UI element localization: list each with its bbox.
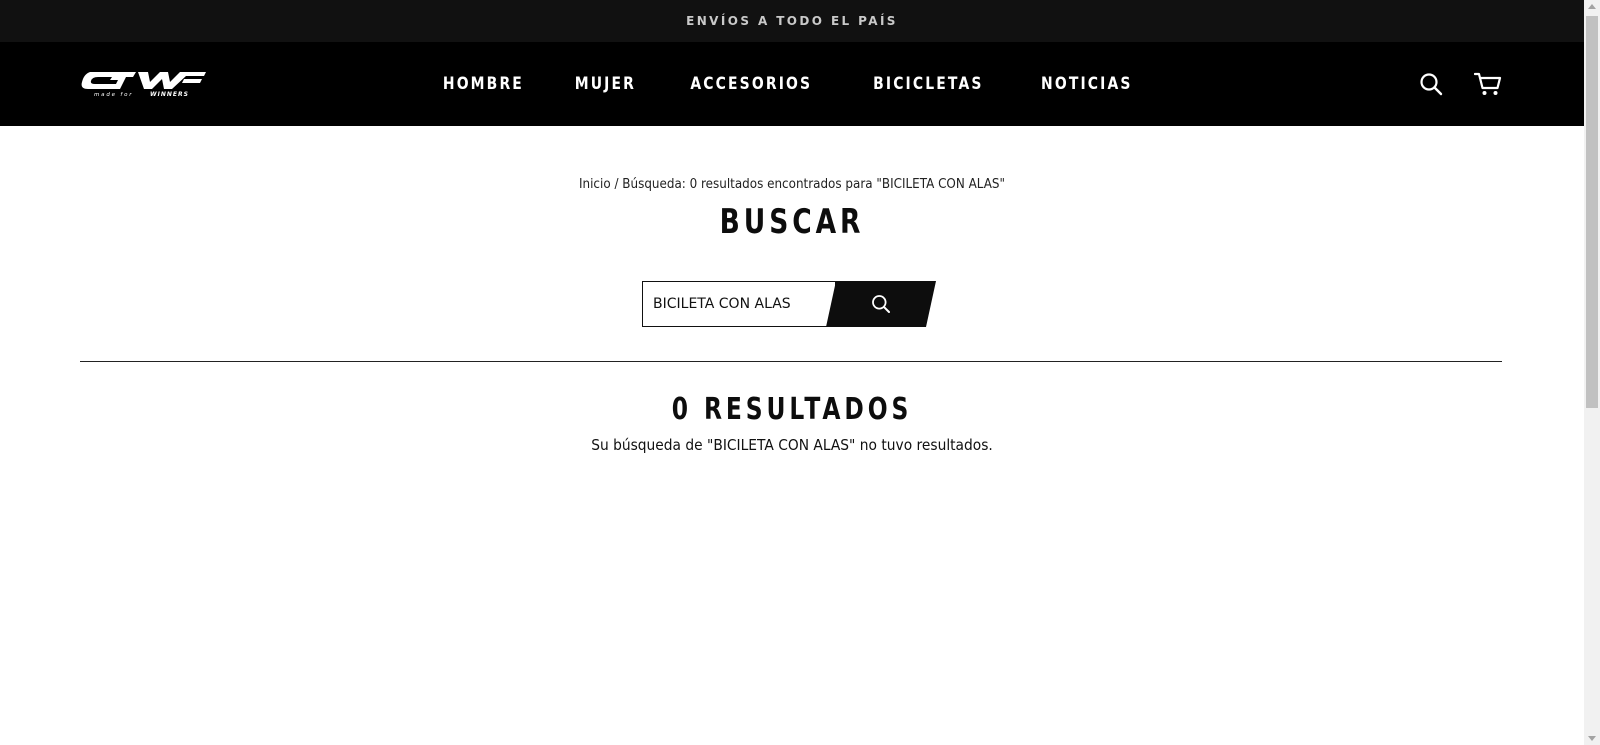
site-header: made for WINNERS HOMBRE MUJER ACCESORIOS…: [0, 42, 1584, 126]
breadcrumb-separator: /: [610, 177, 623, 192]
nav-item-bicicletas[interactable]: BICICLETAS: [873, 74, 983, 94]
header-search-button[interactable]: [1416, 69, 1446, 99]
divider: [80, 361, 1502, 362]
announcement-text: ENVÍOS A TODO EL PAÍS: [686, 14, 898, 28]
scrollbar-thumb[interactable]: [1586, 16, 1598, 408]
scroll-down-arrow-icon[interactable]: [1588, 736, 1596, 741]
search-icon: [872, 295, 890, 313]
nav-item-mujer[interactable]: MUJER: [574, 74, 635, 94]
search-form: [642, 281, 936, 327]
nav-item-noticias[interactable]: NOTICIAS: [1041, 74, 1133, 94]
cart-icon: [1474, 72, 1502, 95]
main-nav: HOMBRE MUJER ACCESORIOS BICICLETAS NOTIC…: [0, 42, 1584, 126]
nav-item-accesorios[interactable]: ACCESORIOS: [691, 74, 813, 94]
page-title: BUSCAR: [719, 202, 865, 242]
scroll-up-arrow-icon[interactable]: [1588, 4, 1596, 9]
search-input[interactable]: [642, 281, 836, 327]
search-submit-button[interactable]: [826, 281, 936, 327]
breadcrumb-home-link[interactable]: Inicio: [579, 177, 611, 192]
results-title: 0 RESULTADOS: [671, 392, 913, 427]
no-results-message: Su búsqueda de "BICILETA CON ALAS" no tu…: [591, 436, 993, 454]
nav-item-hombre[interactable]: HOMBRE: [443, 74, 524, 94]
breadcrumb: Inicio / Búsqueda: 0 resultados encontra…: [63, 177, 1520, 192]
search-icon: [1420, 73, 1443, 96]
breadcrumb-current: Búsqueda: 0 resultados encontrados para …: [622, 177, 1005, 192]
page-scrollbar[interactable]: [1584, 0, 1600, 745]
header-cart-button[interactable]: [1473, 69, 1503, 99]
announcement-bar: ENVÍOS A TODO EL PAÍS: [0, 0, 1584, 42]
